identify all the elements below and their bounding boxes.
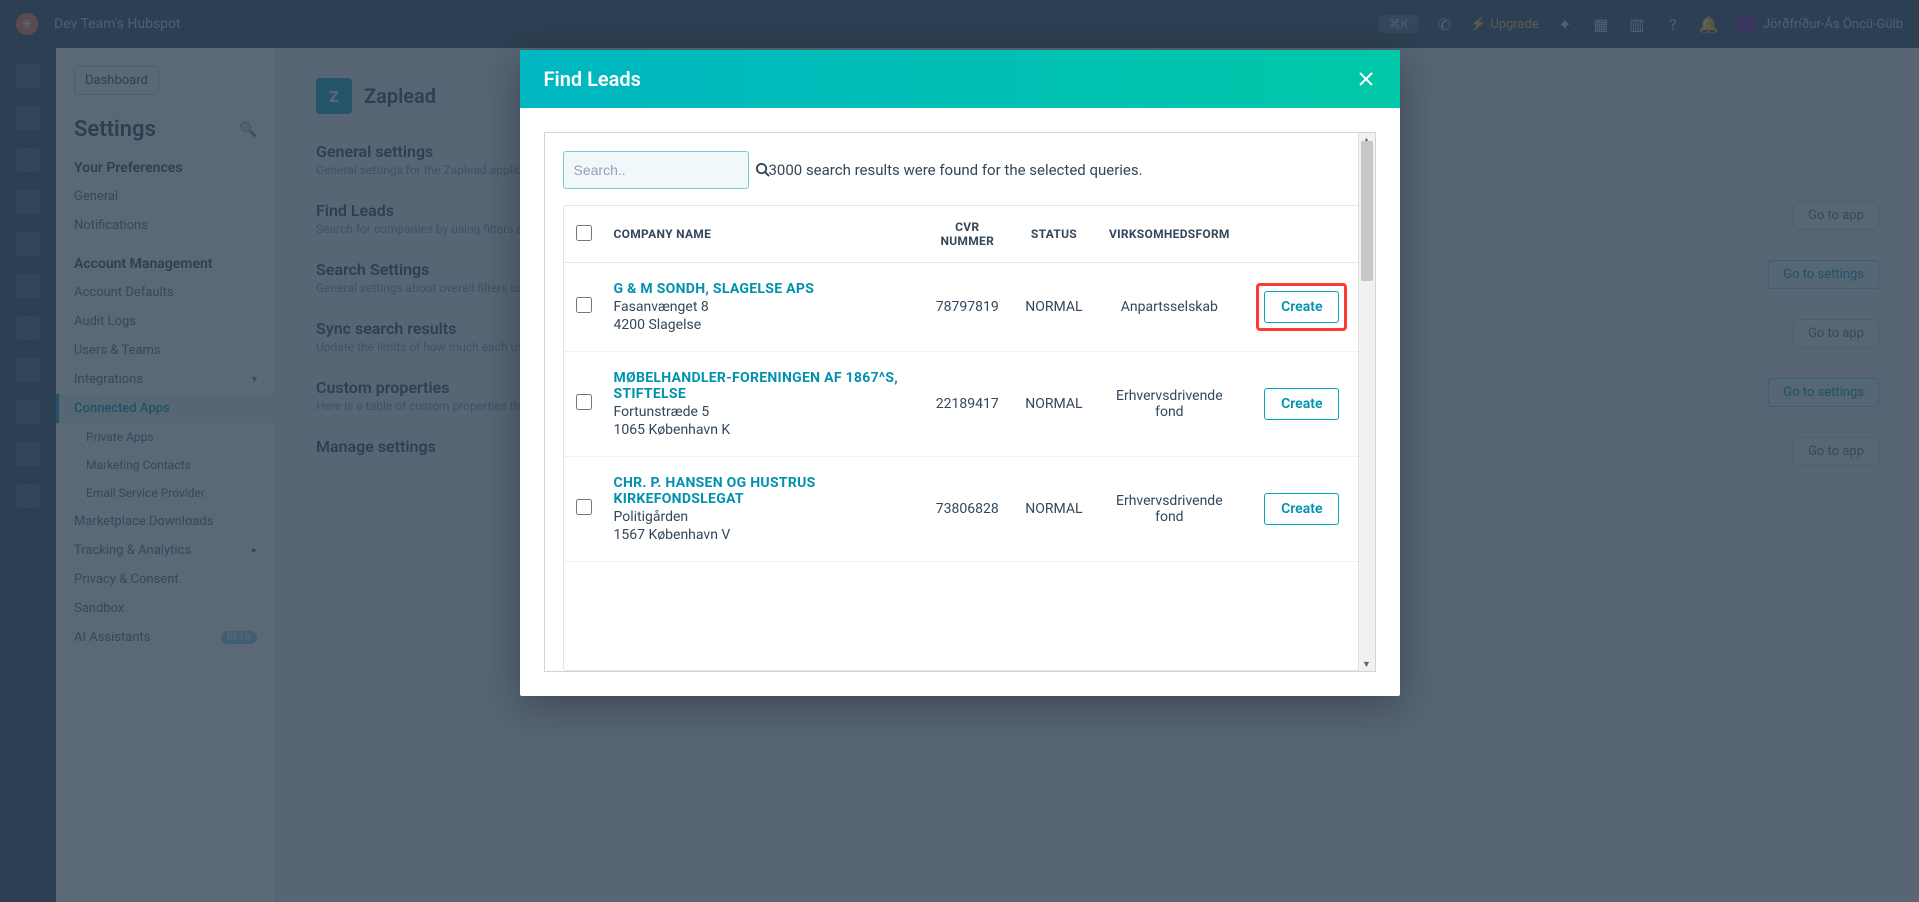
address-line-1: Politigården [614, 509, 910, 525]
form-cell: Erhvervsdrivende fond [1093, 457, 1247, 562]
company-cell: MØBELHANDLER-FORENINGEN AF 1867^S, STIFT… [604, 352, 920, 457]
create-button[interactable]: Create [1264, 493, 1339, 525]
table-row: G & M SONDH, SLAGELSE ApS Fasanvænget 8 42… [564, 263, 1358, 352]
cvr-cell: 73806828 [919, 457, 1015, 562]
modal-title: Find Leads [544, 67, 641, 91]
modal-overlay: Find Leads ▲ ▼ [0, 0, 1919, 902]
col-action [1246, 206, 1357, 263]
status-cell: NORMAL [1015, 263, 1092, 352]
modal-header: Find Leads [520, 50, 1400, 108]
select-all-checkbox[interactable] [576, 225, 592, 241]
action-cell: Create [1246, 352, 1357, 457]
col-cvr: CVR NUMMER [919, 206, 1015, 263]
row-select-cell [564, 457, 604, 562]
col-select [564, 206, 604, 263]
company-name-link[interactable]: CHR. P. HANSEN OG HUSTRUS KIRKEFONDSLEGA… [614, 475, 910, 507]
results-table: COMPANY NAME CVR NUMMER STATUS VIRKSOMHE… [564, 206, 1358, 562]
address-line-2: 1567 København V [614, 527, 910, 543]
company-name-link[interactable]: MØBELHANDLER-FORENINGEN AF 1867^S, STIFT… [614, 370, 910, 402]
highlight-box: Create [1256, 283, 1347, 331]
inner-frame: ▲ ▼ 3000 search results were found for t… [544, 132, 1376, 672]
action-cell: Create [1246, 263, 1357, 352]
results-table-wrap: COMPANY NAME CVR NUMMER STATUS VIRKSOMHE… [563, 205, 1359, 671]
address-line-1: Fasanvænget 8 [614, 299, 910, 315]
col-company: COMPANY NAME [604, 206, 920, 263]
search-box[interactable] [563, 151, 749, 189]
cvr-cell: 78797819 [919, 263, 1015, 352]
col-form: VIRKSOMHEDSFORM [1093, 206, 1247, 263]
address-line-2: 1065 København K [614, 422, 910, 438]
scroll-thumb[interactable] [1361, 141, 1373, 281]
cvr-cell: 22189417 [919, 352, 1015, 457]
results-count-text: 3000 search results were found for the s… [769, 161, 1143, 179]
modal-body: ▲ ▼ 3000 search results were found for t… [520, 108, 1400, 696]
scroll-down-arrow-icon[interactable]: ▼ [1359, 657, 1375, 671]
create-button[interactable]: Create [1264, 291, 1339, 323]
frame-scrollbar[interactable]: ▲ ▼ [1358, 133, 1375, 671]
company-cell: CHR. P. HANSEN OG HUSTRUS KIRKEFONDSLEGA… [604, 457, 920, 562]
company-name-link[interactable]: G & M SONDH, SLAGELSE ApS [614, 281, 910, 297]
row-checkbox[interactable] [576, 297, 592, 313]
row-select-cell [564, 352, 604, 457]
table-scroll[interactable]: COMPANY NAME CVR NUMMER STATUS VIRKSOMHE… [564, 206, 1358, 670]
modal-toolbar: 3000 search results were found for the s… [563, 151, 1367, 189]
table-row: CHR. P. HANSEN OG HUSTRUS KIRKEFONDSLEGA… [564, 457, 1358, 562]
search-input[interactable] [574, 162, 755, 178]
status-cell: NORMAL [1015, 352, 1092, 457]
find-leads-modal: Find Leads ▲ ▼ [520, 50, 1400, 696]
row-checkbox[interactable] [576, 394, 592, 410]
address-line-1: Fortunstræde 5 [614, 404, 910, 420]
form-cell: Erhvervsdrivende fond [1093, 352, 1247, 457]
table-row: MØBELHANDLER-FORENINGEN AF 1867^S, STIFT… [564, 352, 1358, 457]
row-select-cell [564, 263, 604, 352]
close-icon[interactable] [1356, 69, 1376, 89]
form-cell: Anpartsselskab [1093, 263, 1247, 352]
search-icon[interactable] [755, 162, 770, 178]
address-line-2: 4200 Slagelse [614, 317, 910, 333]
status-cell: NORMAL [1015, 457, 1092, 562]
row-checkbox[interactable] [576, 499, 592, 515]
create-button[interactable]: Create [1264, 388, 1339, 420]
company-cell: G & M SONDH, SLAGELSE ApS Fasanvænget 8 42… [604, 263, 920, 352]
col-status: STATUS [1015, 206, 1092, 263]
action-cell: Create [1246, 457, 1357, 562]
